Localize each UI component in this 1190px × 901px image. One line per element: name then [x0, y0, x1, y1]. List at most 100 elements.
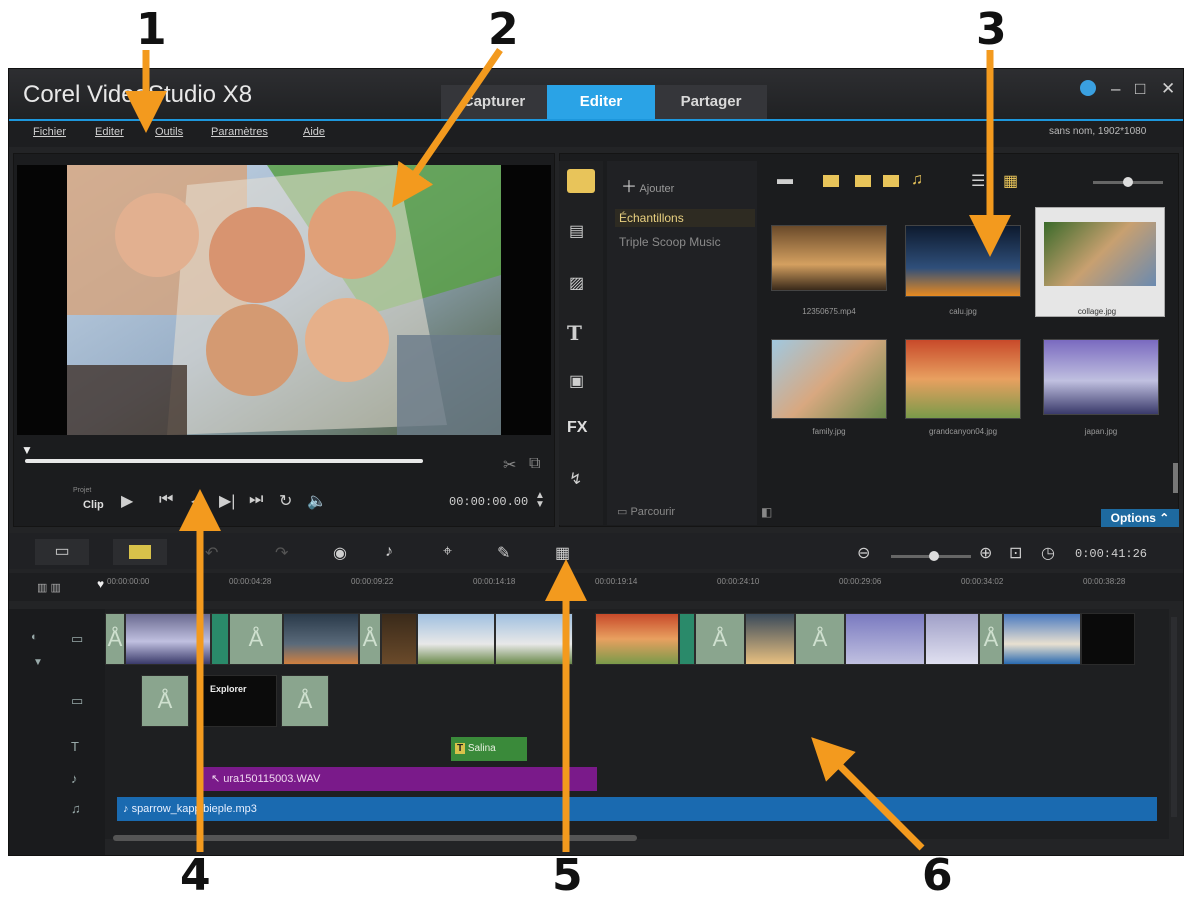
prev-icon[interactable]: ⏮ — [159, 491, 173, 509]
folder-icon[interactable]: ▬ — [777, 171, 793, 189]
video-track-icon[interactable]: ▭ — [71, 631, 83, 647]
voice-track[interactable]: ↖ ura150115003.WAV — [105, 767, 1169, 793]
show-audio-icon[interactable] — [883, 175, 899, 187]
end-icon[interactable]: ⏭ — [249, 491, 263, 509]
undo-icon[interactable]: ↶ — [205, 543, 218, 563]
voice-clip[interactable]: ↖ ura150115003.WAV — [203, 767, 597, 791]
media-icon[interactable] — [567, 169, 595, 193]
track-visibility-icon[interactable]: ◐ — [31, 631, 38, 643]
thumbnail-5[interactable] — [905, 339, 1021, 419]
mode-project-label[interactable]: Projet — [73, 487, 91, 494]
overlay-title-clip[interactable] — [281, 675, 329, 727]
play-icon[interactable]: ▶ — [121, 491, 133, 511]
redo-icon[interactable]: ↷ — [275, 543, 288, 563]
menu-fichier[interactable]: Fichier — [33, 126, 66, 138]
title-clip[interactable] — [695, 613, 745, 665]
timeline-ruler[interactable]: ▥ ▥ ♥ 00:00:00:00 00:00:04:28 00:00:09:2… — [9, 573, 1183, 601]
transition-clip[interactable] — [211, 613, 229, 665]
maximize-icon[interactable]: □ — [1135, 79, 1145, 99]
thumbnail-1[interactable] — [771, 225, 887, 291]
track-expand-icon[interactable]: ▼ — [33, 657, 43, 668]
thumbnail-3-selected[interactable] — [1035, 207, 1165, 317]
music-clip[interactable]: ♪ sparrow_kappibieple.mp3 — [117, 797, 1157, 821]
list-view-icon[interactable]: ☰ — [971, 171, 985, 191]
options-button[interactable]: Options ⌃ — [1101, 509, 1179, 527]
copy-clip-icon[interactable]: ⧉ — [529, 455, 540, 473]
thumbnail-2[interactable] — [905, 225, 1021, 297]
video-clip[interactable] — [925, 613, 979, 665]
overlay-title-clip[interactable] — [141, 675, 189, 727]
overlay-track-icon[interactable]: ▭ — [71, 693, 83, 709]
ruler-track-icons[interactable]: ▥ ▥ — [37, 581, 61, 594]
folder-item-triple-scoop[interactable]: Triple Scoop Music — [619, 235, 721, 249]
thumbnail-size-slider[interactable] — [1093, 177, 1163, 187]
timeline-horizontal-scrollbar[interactable] — [113, 835, 637, 841]
zoom-slider[interactable] — [891, 551, 971, 561]
split-clip-icon[interactable]: ✂ — [503, 455, 516, 475]
playhead-marker-icon[interactable]: ♥ — [97, 577, 104, 591]
video-clip[interactable] — [1003, 613, 1081, 665]
menu-aide[interactable]: Aide — [303, 126, 325, 138]
zoom-in-icon[interactable]: ⊕ — [979, 543, 992, 563]
tab-capturer[interactable]: Capturer — [441, 85, 547, 119]
filter-icon[interactable]: FX — [567, 419, 587, 437]
graphic-icon[interactable]: ▣ — [569, 371, 584, 391]
title-icon[interactable]: T — [567, 321, 582, 345]
thumbnail-4[interactable] — [771, 339, 887, 419]
video-clip[interactable] — [125, 613, 211, 665]
record-capture-icon[interactable]: ◉ — [333, 543, 347, 563]
mode-clip-label[interactable]: Clip — [83, 499, 104, 511]
menu-parametres[interactable]: Paramètres — [211, 126, 268, 138]
motion-tracking-icon[interactable]: ⌖ — [443, 543, 452, 561]
video-clip[interactable] — [381, 613, 417, 665]
music-note-icon[interactable]: ♫ — [911, 171, 923, 189]
zoom-slider-knob[interactable] — [929, 551, 939, 561]
timeline-vertical-scrollbar[interactable] — [1171, 617, 1177, 817]
collapse-panel-icon[interactable]: ◧ — [761, 505, 772, 519]
video-clip[interactable] — [845, 613, 925, 665]
repeat-icon[interactable]: ↻ — [279, 491, 292, 511]
menu-outils[interactable]: Outils — [155, 126, 183, 138]
thumbnail-6[interactable] — [1043, 339, 1159, 415]
title-track-clip[interactable]: T Salina — [451, 737, 527, 761]
title-clip[interactable] — [795, 613, 845, 665]
minimize-icon[interactable]: – — [1111, 79, 1120, 99]
thumbnail-view-icon[interactable]: ▦ — [1003, 171, 1018, 191]
zoom-out-icon[interactable]: ⊖ — [857, 543, 870, 563]
overlay-video-clip[interactable]: Explorer — [201, 675, 277, 727]
storyboard-view-icon[interactable]: ▭ — [35, 539, 89, 565]
folder-item-echantillons[interactable]: Échantillons — [615, 209, 755, 227]
tab-partager[interactable]: Partager — [655, 85, 767, 119]
step-forward-icon[interactable]: ▶| — [219, 491, 235, 511]
music-track-icon[interactable]: ♫ — [71, 801, 81, 816]
video-clip[interactable] — [495, 613, 573, 665]
tab-editer[interactable]: Editer — [547, 85, 655, 119]
show-video-icon[interactable] — [823, 175, 839, 187]
scrub-bar[interactable] — [25, 459, 423, 463]
title-clip[interactable] — [359, 613, 381, 665]
video-clip[interactable] — [283, 613, 359, 665]
menu-editer[interactable]: Editer — [95, 126, 124, 138]
library-scrollbar[interactable] — [1173, 463, 1178, 493]
title-clip[interactable] — [229, 613, 283, 665]
sound-mixer-icon[interactable]: ♪ — [385, 543, 393, 561]
browse-button[interactable]: ▭ Parcourir — [617, 505, 675, 518]
title-clip[interactable] — [979, 613, 1003, 665]
title-track-icon[interactable]: T — [71, 739, 79, 754]
voice-track-icon[interactable]: ♪ — [71, 771, 78, 786]
player-timecode[interactable]: 00:00:00.00 — [449, 495, 528, 509]
video-clip[interactable] — [745, 613, 795, 665]
timeline-view-icon[interactable] — [113, 539, 167, 565]
timecode-stepper-icon[interactable]: ▲ ▼ — [535, 491, 545, 510]
fit-project-icon[interactable]: ⊡ — [1009, 543, 1022, 563]
step-back-icon[interactable]: ◀ — [191, 491, 203, 511]
preview-screen[interactable] — [17, 165, 551, 435]
volume-icon[interactable]: 🔈 — [307, 491, 327, 511]
video-clip[interactable] — [417, 613, 495, 665]
transition-clip[interactable] — [105, 613, 125, 665]
close-icon[interactable]: ✕ — [1161, 79, 1175, 99]
empty-clip[interactable] — [1081, 613, 1135, 665]
instant-project-icon[interactable]: ▤ — [569, 221, 584, 241]
slider-knob[interactable] — [1123, 177, 1133, 187]
transition-icon[interactable]: ▨ — [569, 273, 584, 293]
